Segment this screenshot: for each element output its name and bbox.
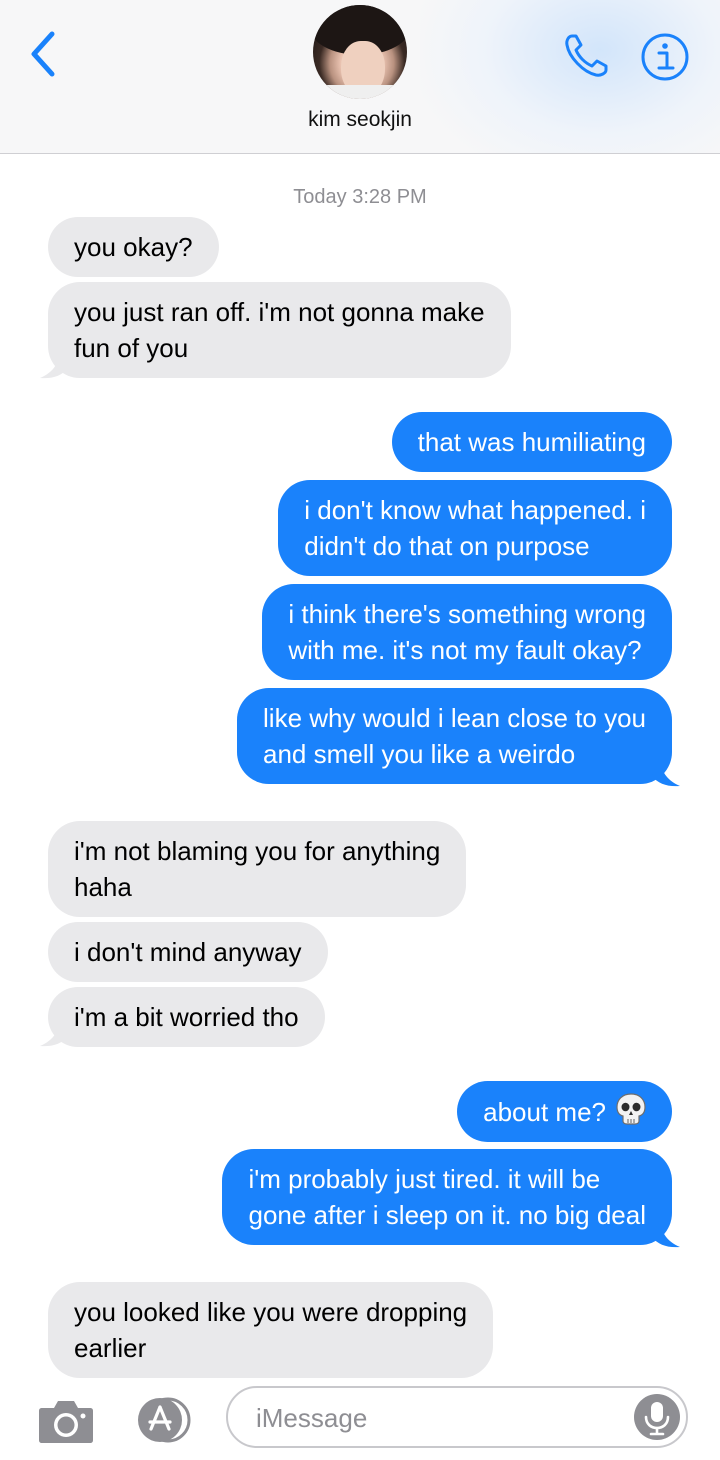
message-outgoing[interactable]: i think there's something wrong with me.… <box>262 584 672 680</box>
message-line: you just ran off. i'm not gonna make <box>74 297 485 327</box>
avatar-shirt <box>313 85 407 99</box>
camera-button[interactable] <box>38 1396 94 1444</box>
message-text: i'm a bit worried tho <box>74 1002 299 1032</box>
skull-icon <box>616 1093 646 1125</box>
message-incoming[interactable]: i'm a bit worried tho <box>48 987 325 1047</box>
bubble-tail <box>40 348 68 379</box>
message-incoming[interactable]: i'm not blaming you for anything haha <box>48 821 467 917</box>
call-button[interactable] <box>560 30 612 82</box>
avatar[interactable] <box>313 5 407 99</box>
back-button[interactable] <box>22 30 66 78</box>
message-line: gone after i sleep on it. no big deal <box>248 1200 646 1230</box>
info-icon <box>641 33 689 81</box>
message-incoming[interactable]: you looked like you were dropping earlie… <box>48 1282 494 1378</box>
message-input-placeholder: iMessage <box>256 1403 368 1433</box>
message-line: i don't know what happened. i <box>304 495 646 525</box>
compose-bar: iMessage <box>0 1378 720 1460</box>
message-line: earlier <box>74 1333 147 1363</box>
message-line: fun of you <box>74 333 189 363</box>
bubble-tail <box>40 1016 68 1047</box>
message-input[interactable]: iMessage <box>226 1386 688 1448</box>
message-line: like why would i lean close to you <box>263 703 646 733</box>
message-text: i don't mind anyway <box>74 937 302 967</box>
message-outgoing[interactable]: like why would i lean close to you and s… <box>237 688 672 784</box>
message-line: haha <box>74 872 132 902</box>
conversation-header: kim seokjin <box>0 0 720 154</box>
message-text: that was humiliating <box>417 427 646 457</box>
message-line: i'm not blaming you for anything <box>74 836 441 866</box>
message-text: you okay? <box>74 232 193 262</box>
info-button[interactable] <box>640 32 690 82</box>
message-outgoing[interactable]: that was humiliating <box>391 412 672 472</box>
bubble-tail <box>652 756 680 787</box>
thread-timestamp: Today 3:28 PM <box>293 186 427 208</box>
contact-name[interactable]: kim seokjin <box>0 108 720 132</box>
message-line: i think there's something wrong <box>288 599 646 629</box>
message-line: with me. it's not my fault okay? <box>288 635 642 665</box>
message-line: i'm probably just tired. it will be <box>248 1164 601 1194</box>
message-incoming[interactable]: you okay? <box>48 217 219 277</box>
message-outgoing[interactable]: i'm probably just tired. it will be gone… <box>222 1149 672 1245</box>
app-store-icon <box>138 1397 191 1443</box>
chevron-left-icon <box>31 31 55 77</box>
apps-button[interactable] <box>130 1396 194 1444</box>
message-incoming[interactable]: you just ran off. i'm not gonna make fun… <box>48 282 511 378</box>
message-text: about me? <box>483 1097 606 1127</box>
message-outgoing[interactable]: about me? <box>457 1081 672 1142</box>
camera-icon <box>39 1401 93 1443</box>
bubble-tail <box>652 1217 680 1248</box>
message-line: you looked like you were dropping <box>74 1297 468 1327</box>
microphone-button[interactable] <box>634 1394 680 1440</box>
message-incoming[interactable]: i don't mind anyway <box>48 922 328 982</box>
message-line: and smell you like a weirdo <box>263 739 576 769</box>
message-line: didn't do that on purpose <box>304 531 590 561</box>
message-outgoing[interactable]: i don't know what happened. i didn't do … <box>278 480 672 576</box>
phone-icon <box>565 34 608 77</box>
microphone-icon <box>644 1402 670 1436</box>
